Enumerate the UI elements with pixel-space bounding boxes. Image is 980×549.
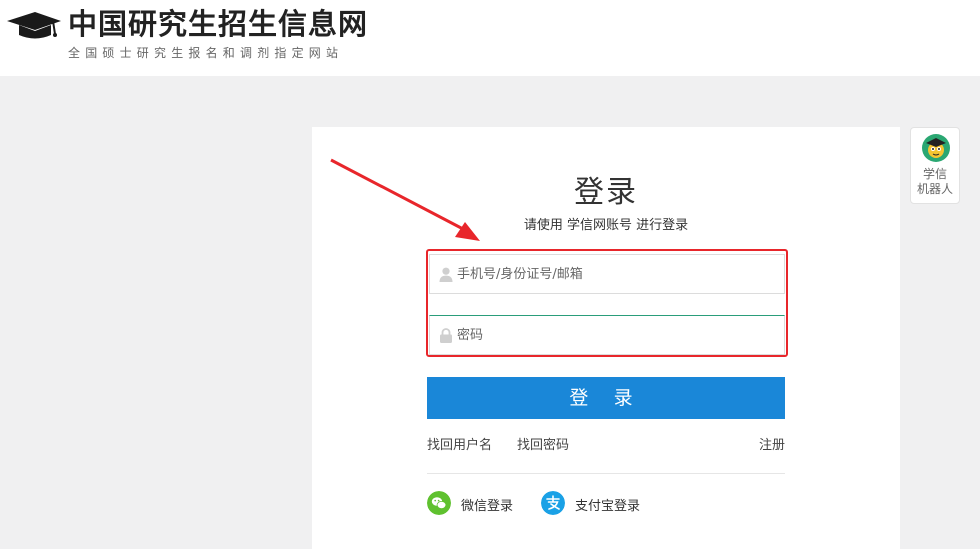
robot-label: 学信 机器人 — [911, 167, 959, 197]
register-link[interactable]: 注册 — [759, 434, 785, 453]
account-links: 找回用户名 找回密码 注册 — [427, 434, 785, 454]
password-field[interactable] — [429, 315, 785, 355]
find-password-link[interactable]: 找回密码 — [517, 434, 569, 453]
divider — [427, 473, 785, 474]
site-title[interactable]: 中国研究生招生信息网 — [68, 6, 368, 42]
lock-icon — [440, 328, 452, 343]
alipay-login-label: 支付宝登录 — [575, 499, 641, 514]
wechat-login-label: 微信登录 — [461, 499, 514, 514]
robot-label-line2: 机器人 — [916, 182, 953, 196]
wechat-login[interactable]: 微信登录 — [427, 491, 527, 517]
password-input[interactable] — [457, 316, 777, 354]
login-title: 登录 — [574, 175, 638, 210]
site-subtitle: 全国硕士研究生报名和调剂指定网站 — [68, 46, 344, 60]
username-input[interactable] — [457, 255, 777, 293]
robot-label-line1: 学信 — [922, 167, 947, 181]
login-subtitle: 请使用 学信网账号 进行登录 — [523, 218, 689, 233]
robot-avatar-icon — [922, 134, 950, 162]
site-header: 中国研究生招生信息网 全国硕士研究生报名和调剂指定网站 — [0, 0, 980, 76]
alipay-login[interactable]: 支付宝登录 — [541, 491, 661, 517]
find-username-link[interactable]: 找回用户名 — [427, 434, 492, 453]
login-button[interactable]: 登 录 — [427, 377, 785, 419]
wechat-icon — [427, 491, 451, 515]
graduation-cap-icon — [7, 12, 61, 39]
user-icon — [439, 267, 453, 282]
alipay-icon — [541, 491, 565, 515]
username-field[interactable] — [429, 254, 785, 294]
robot-assistant-button[interactable]: 学信 机器人 — [910, 127, 960, 204]
login-card: 登录 请使用 学信网账号 进行登录 登 录 找回用户名 找回密码 注册 微信登录 — [312, 127, 900, 549]
